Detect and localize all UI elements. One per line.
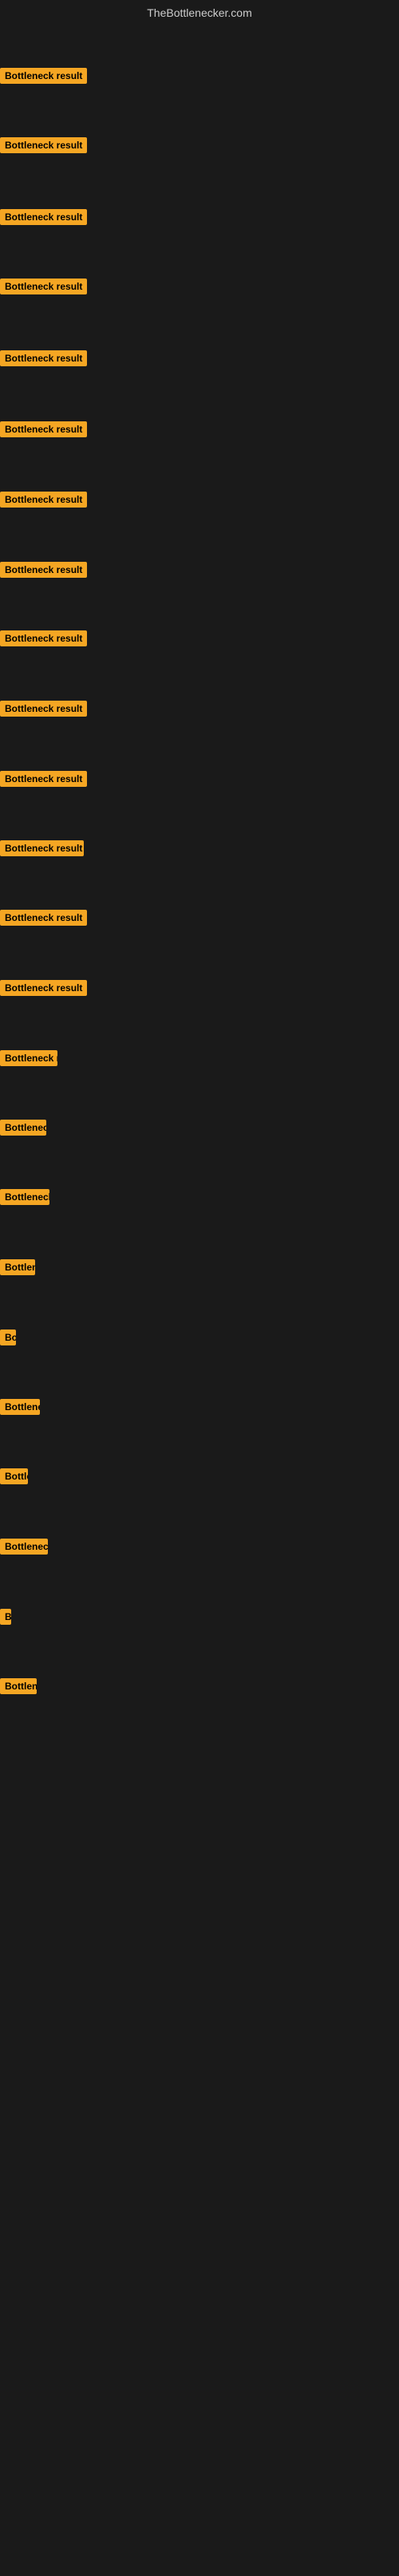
bottleneck-badge-20: Bottleneck result [0, 1399, 40, 1419]
bottleneck-badge-label-24: Bottleneck result [0, 1678, 37, 1694]
bottleneck-badge-3: Bottleneck result [0, 209, 87, 229]
bottleneck-badge-label-11: Bottleneck result [0, 771, 87, 787]
bottleneck-badge-label-17: Bottleneck result [0, 1189, 49, 1205]
bottleneck-badge-label-13: Bottleneck result [0, 910, 87, 926]
bottleneck-badge-4: Bottleneck result [0, 279, 87, 298]
bottleneck-badge-label-1: Bottleneck result [0, 68, 87, 84]
bottleneck-badge-24: Bottleneck result [0, 1678, 37, 1698]
site-title: TheBottlenecker.com [0, 0, 399, 22]
bottleneck-badge-label-10: Bottleneck result [0, 701, 87, 717]
bottleneck-badge-23: Bottleneck result [0, 1609, 11, 1629]
bottleneck-badge-6: Bottleneck result [0, 421, 87, 441]
bottleneck-badge-5: Bottleneck result [0, 350, 87, 370]
bottleneck-badge-label-3: Bottleneck result [0, 209, 87, 225]
bottleneck-badge-label-8: Bottleneck result [0, 562, 87, 578]
bottleneck-badge-2: Bottleneck result [0, 137, 87, 157]
bottleneck-badge-13: Bottleneck result [0, 910, 87, 930]
bottleneck-badge-label-14: Bottleneck result [0, 980, 87, 996]
bottleneck-badge-18: Bottleneck result [0, 1259, 35, 1279]
bottleneck-badge-12: Bottleneck result [0, 840, 84, 860]
bottleneck-badge-19: Bottleneck result [0, 1329, 16, 1349]
bottleneck-badge-22: Bottleneck result [0, 1539, 48, 1559]
bottleneck-badge-label-9: Bottleneck result [0, 630, 87, 646]
bottleneck-badge-label-5: Bottleneck result [0, 350, 87, 366]
bottleneck-badge-10: Bottleneck result [0, 701, 87, 721]
bottleneck-badge-label-7: Bottleneck result [0, 492, 87, 508]
bottleneck-badge-1: Bottleneck result [0, 68, 87, 88]
bottleneck-badge-label-2: Bottleneck result [0, 137, 87, 153]
bottleneck-badge-label-23: Bottleneck result [0, 1609, 11, 1625]
bottleneck-badge-label-20: Bottleneck result [0, 1399, 40, 1415]
bottleneck-badge-label-12: Bottleneck result [0, 840, 84, 856]
bottleneck-badge-label-22: Bottleneck result [0, 1539, 48, 1555]
bottleneck-badge-21: Bottleneck result [0, 1468, 28, 1488]
bottleneck-badge-11: Bottleneck result [0, 771, 87, 791]
bottleneck-badge-label-19: Bottleneck result [0, 1329, 16, 1345]
bottleneck-badge-17: Bottleneck result [0, 1189, 49, 1209]
bottleneck-badge-label-18: Bottleneck result [0, 1259, 35, 1275]
bottleneck-badge-16: Bottleneck result [0, 1120, 46, 1140]
bottleneck-badge-9: Bottleneck result [0, 630, 87, 650]
bottleneck-badge-label-21: Bottleneck result [0, 1468, 28, 1484]
bottleneck-badge-15: Bottleneck result [0, 1050, 57, 1070]
bottleneck-badge-label-4: Bottleneck result [0, 279, 87, 294]
bottleneck-badge-label-6: Bottleneck result [0, 421, 87, 437]
bottleneck-badge-label-16: Bottleneck result [0, 1120, 46, 1136]
bottleneck-badge-label-15: Bottleneck result [0, 1050, 57, 1066]
bottleneck-badge-14: Bottleneck result [0, 980, 87, 1000]
bottleneck-badge-8: Bottleneck result [0, 562, 87, 582]
bottleneck-badge-7: Bottleneck result [0, 492, 87, 512]
